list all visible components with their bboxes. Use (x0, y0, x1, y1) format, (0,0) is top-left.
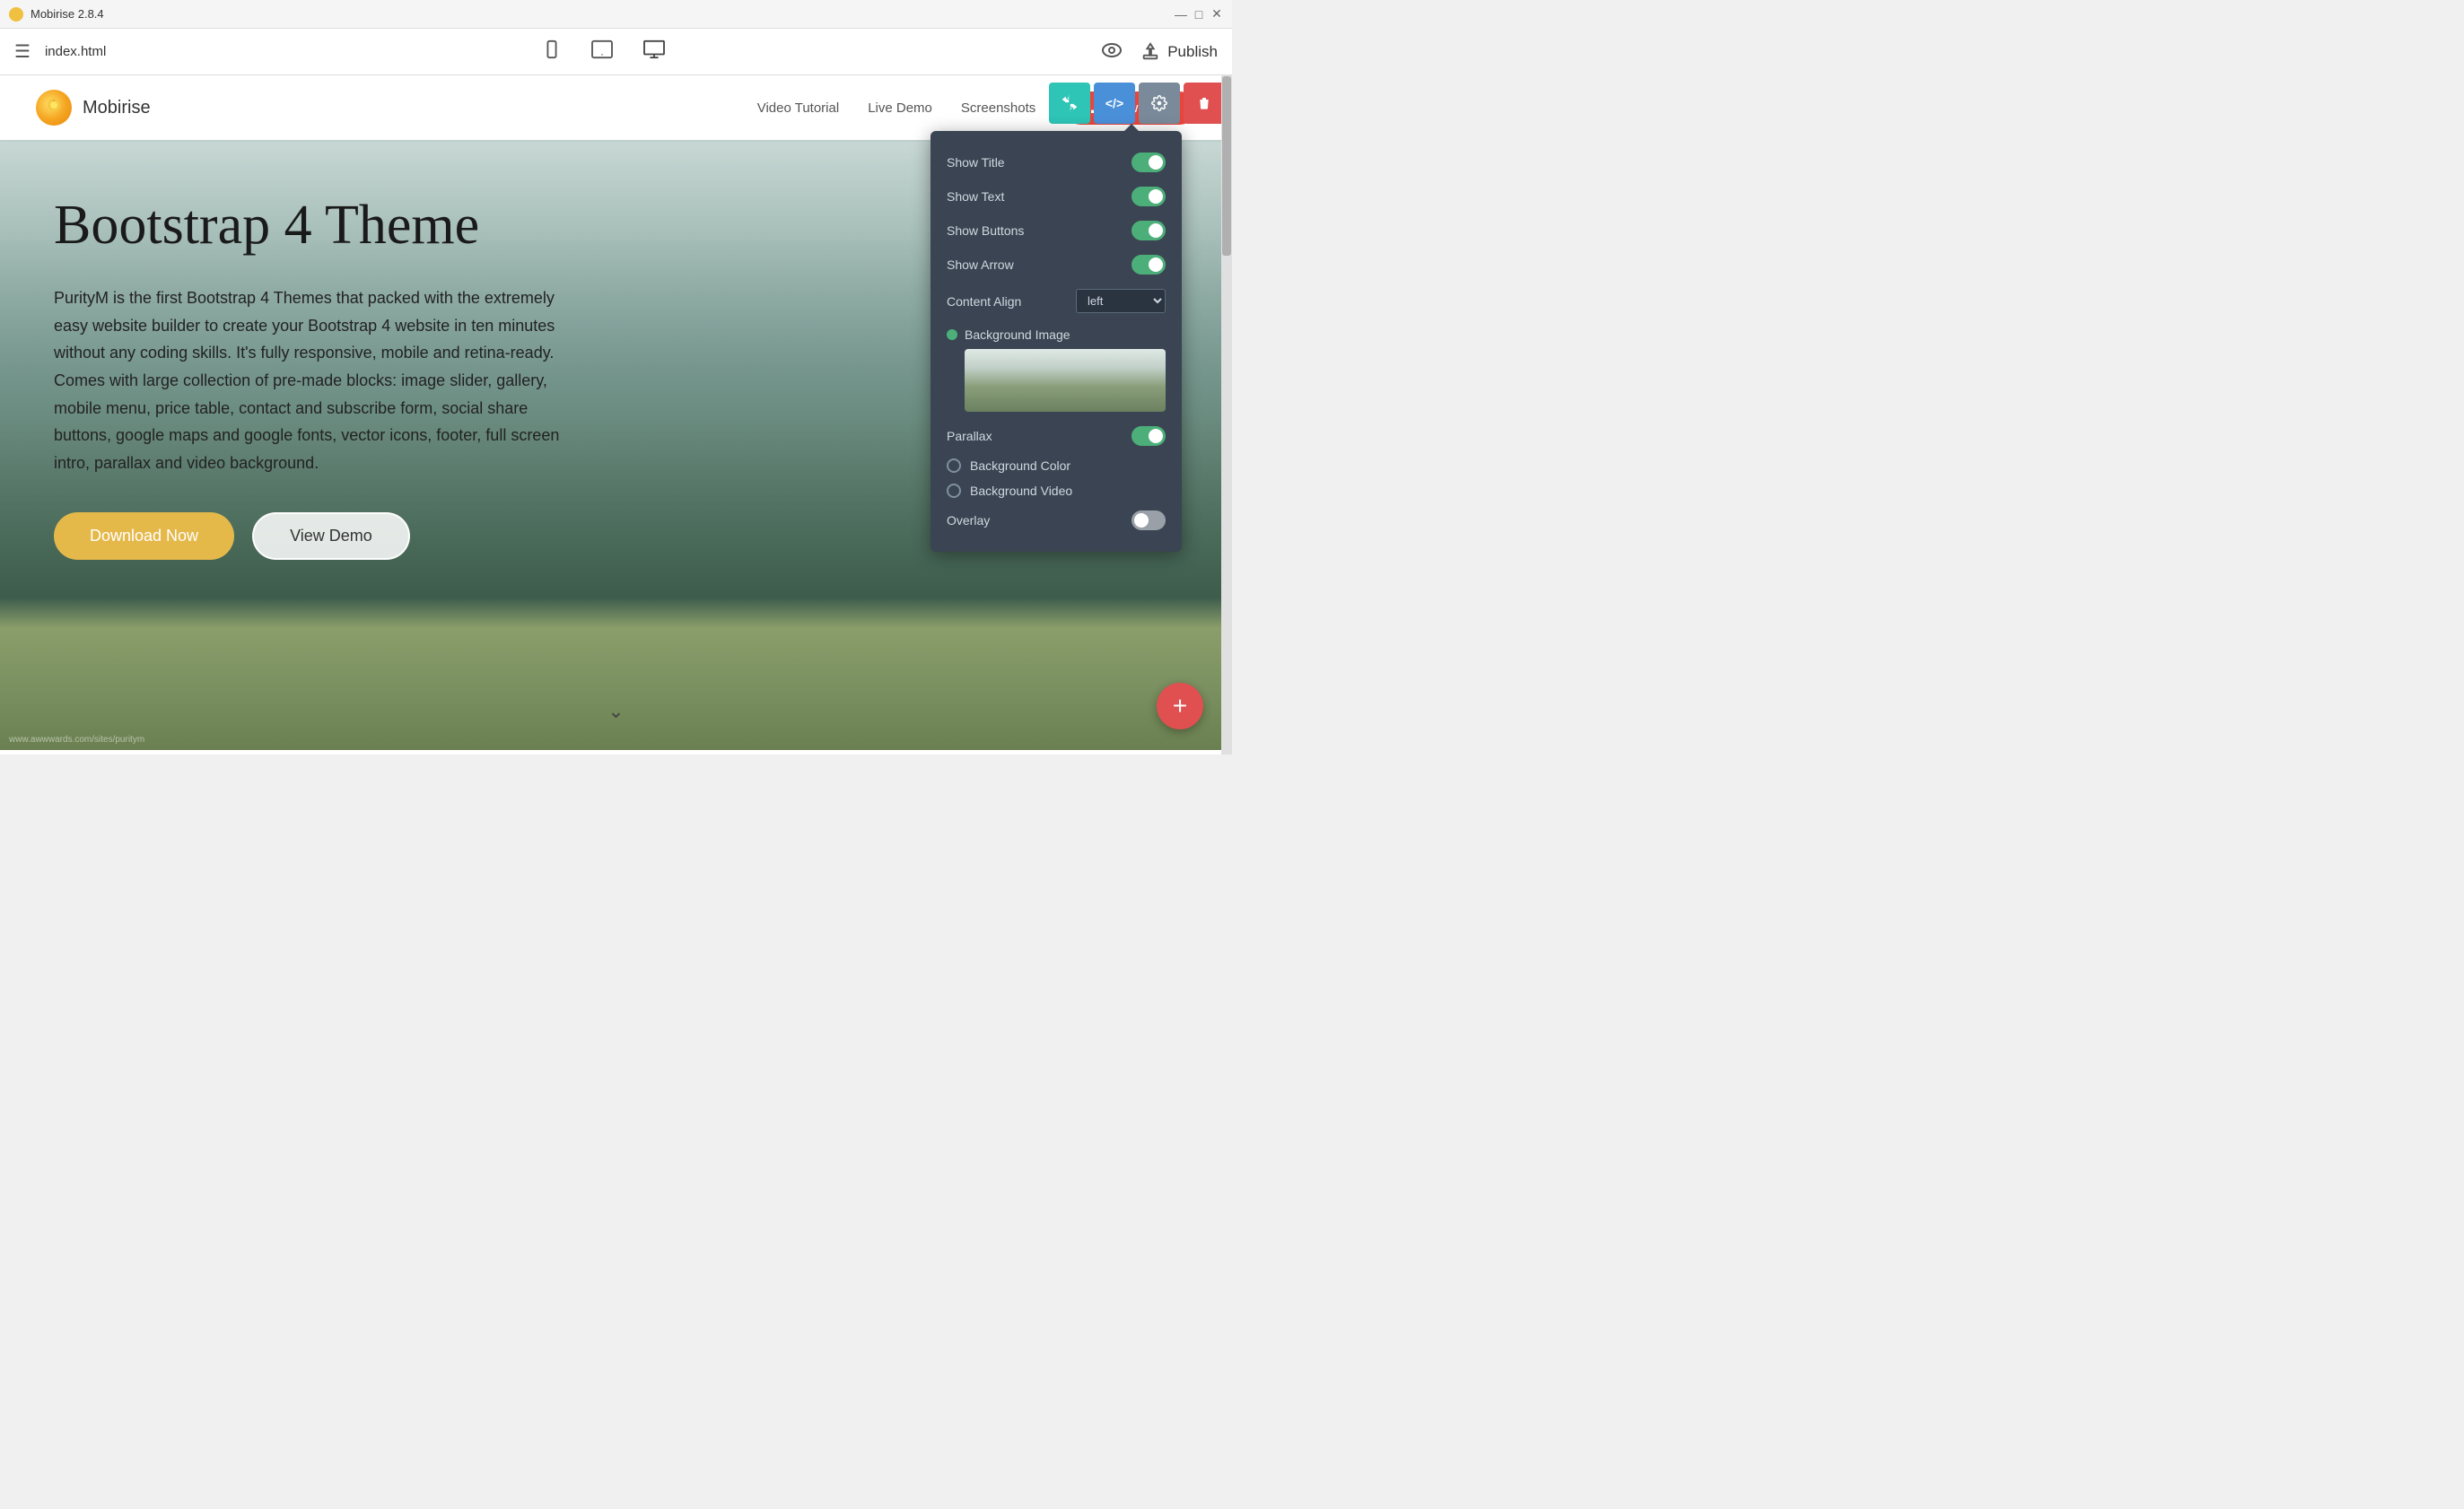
app-title: Mobirise 2.8.4 (31, 7, 104, 21)
overlay-toggle[interactable] (1132, 510, 1166, 530)
block-code-button[interactable]: </> (1094, 83, 1135, 124)
show-text-toggle[interactable] (1132, 187, 1166, 206)
preview-area: Mobirise Video Tutorial Live Demo Screen… (0, 75, 1232, 754)
show-arrow-toggle[interactable] (1132, 255, 1166, 275)
content-align-select[interactable]: left center right (1076, 289, 1166, 313)
desktop-view-button[interactable] (642, 39, 666, 65)
background-video-radio[interactable] (947, 484, 961, 498)
app-header: ☰ index.html Publish (0, 29, 1232, 75)
window-controls: — □ ✕ (1175, 8, 1223, 21)
block-toolbar: </> (1049, 83, 1225, 124)
block-settings-button[interactable] (1139, 83, 1180, 124)
bg-image-label: Background Image (947, 327, 1166, 342)
background-image-row: Background Image (931, 320, 1182, 419)
minimize-button[interactable]: — (1175, 8, 1187, 21)
block-move-button[interactable] (1049, 83, 1090, 124)
background-video-label: Background Video (970, 484, 1072, 498)
maximize-button[interactable]: □ (1193, 8, 1205, 21)
preview-button[interactable] (1101, 40, 1123, 64)
scroll-arrow[interactable]: ⌄ (607, 700, 624, 723)
show-buttons-label: Show Buttons (947, 223, 1024, 238)
nav-link-video-tutorial[interactable]: Video Tutorial (757, 100, 839, 116)
show-arrow-row: Show Arrow (931, 248, 1182, 282)
bg-image-text: Background Image (965, 327, 1070, 342)
site-logo: Mobirise (36, 90, 151, 126)
parallax-toggle[interactable] (1132, 426, 1166, 446)
background-color-label: Background Color (970, 458, 1070, 473)
app-header-right: Publish (1101, 40, 1218, 64)
show-arrow-label: Show Arrow (947, 257, 1014, 272)
hero-text: PurityM is the first Bootstrap 4 Themes … (54, 284, 574, 476)
menu-button[interactable]: ☰ (14, 40, 31, 63)
code-icon: </> (1105, 96, 1123, 110)
settings-panel: Show Title Show Text Show Buttons (931, 131, 1182, 552)
show-title-toggle[interactable] (1132, 153, 1166, 172)
show-buttons-row: Show Buttons (931, 214, 1182, 248)
show-text-label: Show Text (947, 189, 1004, 204)
add-block-fab[interactable]: + (1157, 683, 1203, 729)
device-switcher (542, 39, 666, 65)
titlebar: Mobirise 2.8.4 — □ ✕ (0, 0, 1232, 29)
publish-button[interactable]: Publish (1140, 42, 1218, 62)
scrollbar[interactable] (1221, 75, 1232, 754)
bg-image-thumbnail[interactable] (965, 349, 1166, 412)
parallax-row: Parallax (931, 419, 1182, 453)
background-color-row: Background Color (931, 453, 1182, 478)
close-button[interactable]: ✕ (1210, 8, 1223, 21)
background-color-radio[interactable] (947, 458, 961, 473)
show-buttons-toggle[interactable] (1132, 221, 1166, 240)
site-logo-text: Mobirise (83, 98, 151, 118)
app-icon (9, 7, 23, 22)
publish-label: Publish (1167, 43, 1218, 61)
bg-image-indicator (947, 329, 957, 340)
tablet-view-button[interactable] (590, 39, 614, 65)
content-align-row: Content Align left center right (931, 282, 1182, 320)
content-align-label: Content Align (947, 294, 1021, 309)
mobile-view-button[interactable] (542, 39, 562, 65)
hero-content: Bootstrap 4 Theme PurityM is the first B… (0, 140, 628, 605)
download-now-button[interactable]: Download Now (54, 512, 234, 560)
nav-link-live-demo[interactable]: Live Demo (868, 100, 932, 116)
show-title-label: Show Title (947, 155, 1005, 170)
app-header-left: ☰ index.html (14, 40, 106, 63)
parallax-label: Parallax (947, 429, 992, 443)
file-name: index.html (45, 44, 106, 59)
titlebar-left: Mobirise 2.8.4 (9, 7, 104, 22)
overlay-row: Overlay (931, 503, 1182, 537)
hero-title: Bootstrap 4 Theme (54, 194, 574, 257)
overlay-label: Overlay (947, 513, 990, 528)
block-delete-button[interactable] (1184, 83, 1225, 124)
nav-link-screenshots[interactable]: Screenshots (961, 100, 1035, 116)
show-text-row: Show Text (931, 179, 1182, 214)
scrollbar-thumb (1222, 76, 1231, 256)
logo-icon (36, 90, 72, 126)
background-video-row: Background Video (931, 478, 1182, 503)
hero-buttons: Download Now View Demo (54, 512, 574, 560)
watermark: www.awwwards.com/sites/puritym (9, 735, 144, 745)
view-demo-button[interactable]: View Demo (252, 512, 410, 560)
show-title-row: Show Title (931, 145, 1182, 179)
